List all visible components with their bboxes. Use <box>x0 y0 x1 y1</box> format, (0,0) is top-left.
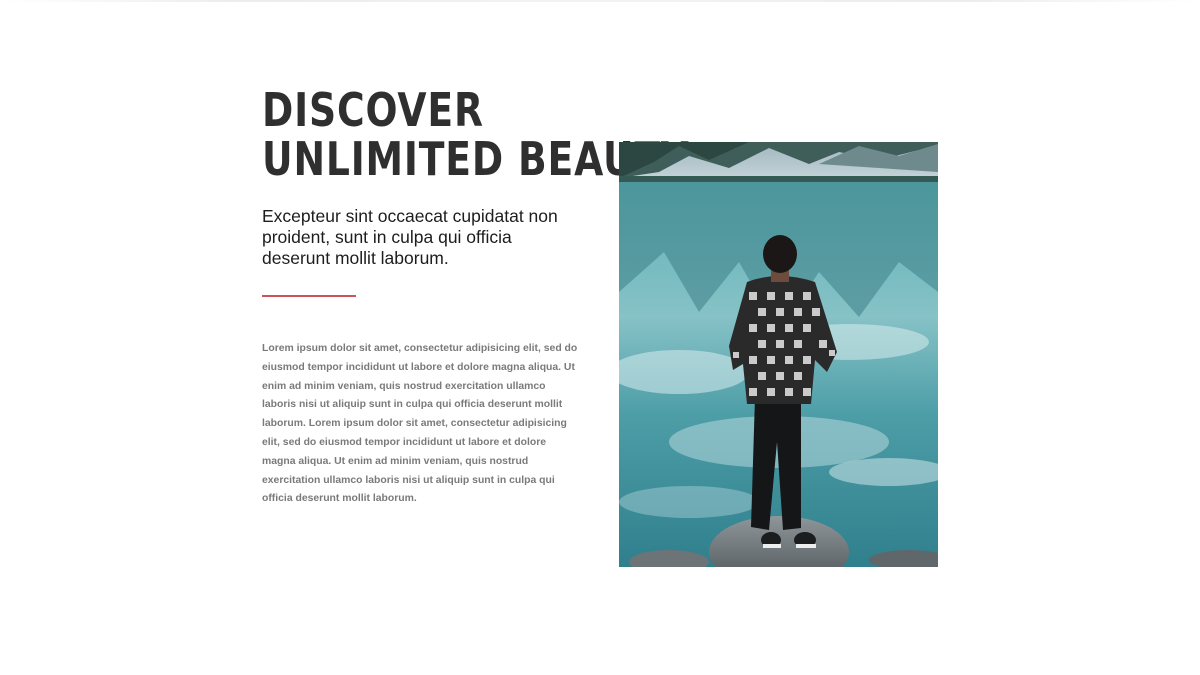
page-title-line-1: DISCOVER <box>262 83 484 137</box>
hero-photo <box>619 142 938 567</box>
subheading: Excepteur sint occaecat cupidatat non pr… <box>262 206 558 268</box>
body-paragraph: Lorem ipsum dolor sit amet, consectetur … <box>262 343 578 505</box>
page: DISCOVER UNLIMITED BEAUTY Excepteur sint… <box>0 0 1200 675</box>
top-border <box>0 0 1200 2</box>
person-standing-by-lake-photo <box>619 142 938 567</box>
accent-divider <box>262 295 356 297</box>
